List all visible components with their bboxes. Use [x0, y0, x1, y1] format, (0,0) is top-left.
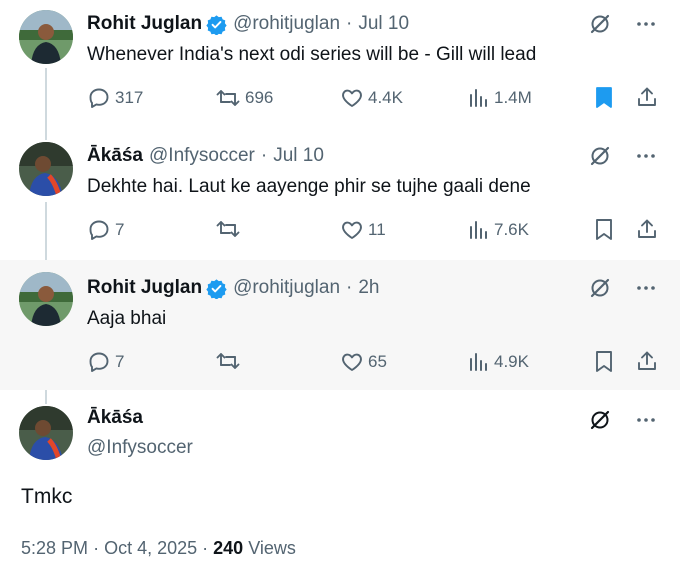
like-count: 11 [368, 220, 386, 239]
separator-dot: · [202, 538, 214, 558]
share-button[interactable] [635, 217, 659, 241]
like-icon [340, 218, 364, 242]
views-icon [468, 350, 490, 374]
views-button[interactable]: 1.4M [468, 85, 532, 111]
timestamp[interactable]: Jul 10 [358, 12, 409, 36]
tweet-text: Tmkc [21, 485, 73, 508]
retweet-icon [215, 349, 241, 373]
tweet-time[interactable]: 5:28 PM [21, 538, 88, 558]
separator-dot: · [346, 13, 353, 34]
tweet-text: Whenever India's next odi series will be… [87, 44, 537, 65]
reply-button[interactable]: 7 [87, 349, 124, 375]
retweet-icon [215, 217, 241, 241]
action-bar: 317 696 4.4K 1.4M [87, 85, 661, 111]
tweet-text: Dekhte hai. Laut ke aayenge phir se tujh… [87, 176, 531, 197]
reply-count: 7 [115, 220, 125, 239]
tweet-text: Aaja bhai [87, 308, 167, 329]
views-label: Views [248, 538, 296, 558]
verified-icon [206, 278, 227, 299]
retweet-icon [215, 86, 241, 110]
like-button[interactable]: 4.4K [340, 85, 403, 111]
separator-dot: · [260, 145, 268, 166]
like-button[interactable]: 11 [340, 217, 386, 243]
views-count: 240 [213, 538, 244, 558]
views-button[interactable]: 4.9K [468, 349, 529, 375]
avatar[interactable] [19, 10, 73, 64]
retweet-button[interactable] [215, 349, 241, 373]
retweet-button[interactable] [215, 217, 241, 241]
reply-count: 7 [115, 352, 125, 371]
reply-button[interactable]: 317 [87, 85, 143, 111]
tweet-header: Rohit Juglan @rohitjuglan · Jul 10 [87, 12, 409, 36]
action-bar: 7 11 7.6K [87, 217, 661, 243]
bookmark-button[interactable] [593, 349, 615, 373]
views-button[interactable]: 7.6K [468, 217, 529, 243]
tweet[interactable]: Rohit Juglan @rohitjuglan · 2h Aaja bhai… [0, 260, 680, 390]
more-icon[interactable] [634, 408, 658, 432]
display-name[interactable]: Rohit Juglan [87, 276, 202, 300]
timestamp[interactable]: Jul 10 [273, 144, 324, 168]
tweet[interactable]: Ākāśa @Infysoccer · Jul 10 Dekhte hai. L… [0, 130, 680, 260]
more-icon[interactable] [634, 276, 658, 300]
bookmark-button[interactable] [593, 85, 615, 109]
timestamp[interactable]: 2h [358, 276, 379, 300]
user-handle[interactable]: @rohitjuglan [233, 276, 340, 300]
more-icon[interactable] [634, 12, 658, 36]
bookmark-icon [593, 85, 615, 109]
display-name[interactable]: Ākāśa [87, 406, 143, 430]
tweet[interactable]: Rohit Juglan @rohitjuglan · Jul 10 Whene… [0, 0, 680, 130]
share-button[interactable] [635, 85, 659, 109]
reply-icon [87, 86, 111, 110]
retweet-count: 696 [245, 88, 274, 107]
bookmark-icon [593, 217, 615, 241]
more-icon[interactable] [634, 144, 658, 168]
reply-icon [87, 350, 111, 374]
grok-icon[interactable] [588, 408, 612, 432]
grok-icon[interactable] [588, 276, 612, 300]
share-icon [635, 217, 659, 241]
user-handle[interactable]: @rohitjuglan [233, 12, 340, 36]
tweet-meta: 5:28 PM · Oct 4, 2025 · 240 Views [21, 536, 296, 560]
share-icon [635, 85, 659, 109]
user-handle[interactable]: @Infysoccer [87, 436, 193, 460]
bookmark-button[interactable] [593, 217, 615, 241]
reply-icon [87, 218, 111, 242]
avatar[interactable] [19, 406, 73, 460]
views-icon [468, 86, 490, 110]
separator-dot: · [346, 277, 353, 298]
like-count: 65 [368, 352, 387, 371]
tweet-header: Rohit Juglan @rohitjuglan · 2h [87, 276, 380, 300]
like-count: 4.4K [368, 88, 403, 107]
display-name[interactable]: Rohit Juglan [87, 12, 202, 36]
views-icon [468, 218, 490, 242]
display-name[interactable]: Ākāśa [87, 144, 143, 168]
separator-dot: · [93, 538, 105, 558]
views-count: 4.9K [494, 352, 529, 371]
views-count: 7.6K [494, 220, 529, 239]
like-icon [340, 86, 364, 110]
share-button[interactable] [635, 349, 659, 373]
grok-icon[interactable] [588, 12, 612, 36]
grok-icon[interactable] [588, 144, 612, 168]
views-count: 1.4M [494, 88, 532, 107]
like-icon [340, 350, 364, 374]
bookmark-icon [593, 349, 615, 373]
like-button[interactable]: 65 [340, 349, 387, 375]
user-handle[interactable]: @Infysoccer [149, 144, 255, 168]
tweet-date[interactable]: Oct 4, 2025 [104, 538, 197, 558]
avatar[interactable] [19, 142, 73, 196]
tweet-header: Ākāśa @Infysoccer · Jul 10 [87, 144, 324, 168]
reply-button[interactable]: 7 [87, 217, 124, 243]
reply-count: 317 [115, 88, 144, 107]
action-bar: 7 65 4.9K [87, 349, 661, 375]
share-icon [635, 349, 659, 373]
avatar[interactable] [19, 272, 73, 326]
verified-icon [206, 14, 227, 35]
retweet-button[interactable]: 696 [215, 85, 273, 111]
